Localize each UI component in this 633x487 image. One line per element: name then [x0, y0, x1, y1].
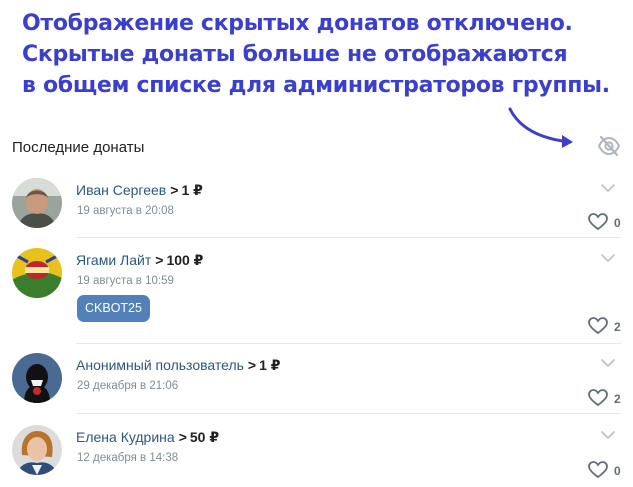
- chevron-down-icon[interactable]: [601, 431, 615, 440]
- list-item[interactable]: Ягами Лайт >100 ₽ 19 августа в 10:59 CKBO…: [0, 238, 633, 344]
- heart-icon[interactable]: [588, 213, 608, 231]
- promo-tag[interactable]: CKBOT25: [77, 295, 150, 322]
- separator: >: [170, 182, 179, 198]
- like-count: 2: [614, 392, 621, 406]
- heart-icon[interactable]: [588, 317, 608, 335]
- separator: >: [155, 252, 164, 268]
- eye-off-icon[interactable]: [597, 135, 621, 157]
- donation-amount: 50 ₽: [189, 429, 220, 445]
- donor-name[interactable]: Елена Кудрина: [76, 429, 175, 445]
- separator: >: [178, 429, 187, 445]
- donor-name[interactable]: Иван Сергеев: [76, 182, 166, 198]
- like-count: 0: [614, 464, 621, 478]
- notice-banner: Отображение скрытых донатов отключено. С…: [22, 8, 622, 101]
- donor-line: Ягами Лайт >100 ₽: [76, 252, 203, 269]
- chevron-down-icon[interactable]: [601, 254, 615, 263]
- notice-line-3: в общем списке для администраторов групп…: [22, 73, 610, 98]
- donation-amount: 1 ₽: [181, 182, 203, 198]
- donor-name[interactable]: Ягами Лайт: [76, 252, 151, 268]
- chevron-down-icon[interactable]: [601, 359, 615, 368]
- like-count: 2: [614, 320, 621, 334]
- avatar[interactable]: [12, 178, 62, 228]
- avatar[interactable]: [12, 425, 62, 475]
- donation-date: 19 августа в 10:59: [77, 275, 174, 287]
- donor-name[interactable]: Анонимный пользователь: [76, 357, 244, 373]
- donation-date: 12 декабря в 14:38: [77, 452, 179, 464]
- avatar[interactable]: [12, 248, 62, 298]
- separator: >: [247, 357, 257, 373]
- like-count: 0: [614, 216, 621, 230]
- donor-line: Елена Кудрина >50 ₽: [76, 429, 219, 446]
- divider: [76, 413, 621, 414]
- donation-amount: 100 ₽: [166, 252, 204, 268]
- list-item[interactable]: Елена Кудрина >50 ₽ 12 декабря в 14:38 0: [0, 415, 633, 487]
- heart-icon[interactable]: [588, 461, 608, 479]
- notice-line-1: Отображение скрытых донатов отключено.: [22, 11, 573, 36]
- heart-icon[interactable]: [588, 389, 608, 407]
- donation-date: 29 декабря в 21:06: [77, 380, 179, 392]
- notice-line-2: Скрытые донаты больше не отображаются: [22, 42, 568, 67]
- list-item[interactable]: Анонимный пользователь >1 ₽ 29 декабря в …: [0, 343, 633, 414]
- list-item[interactable]: Иван Сергеев >1 ₽ 19 августа в 20:08 0: [0, 168, 633, 238]
- chevron-down-icon[interactable]: [601, 184, 615, 193]
- donor-line: Анонимный пользователь >1 ₽: [76, 357, 281, 374]
- avatar[interactable]: [12, 353, 62, 403]
- section-title: Последние донаты: [12, 139, 145, 156]
- donation-date: 19 августа в 20:08: [77, 205, 174, 217]
- donation-amount: 1 ₽: [259, 357, 281, 373]
- curved-arrow-icon: [508, 107, 573, 148]
- donor-line: Иван Сергеев >1 ₽: [76, 182, 203, 199]
